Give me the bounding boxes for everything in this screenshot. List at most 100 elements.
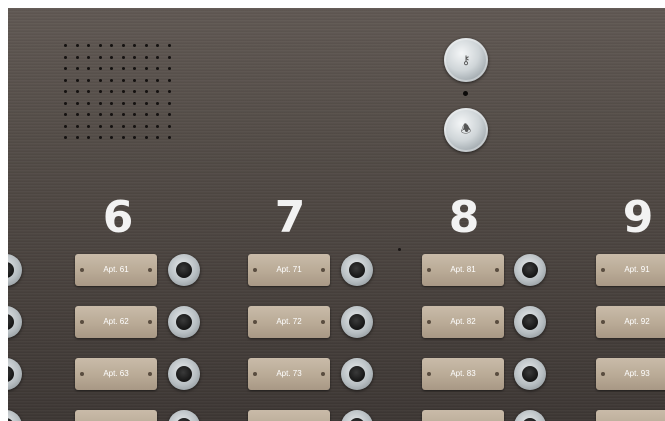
doorbell-button[interactable] xyxy=(341,306,373,338)
speaker-hole xyxy=(110,44,113,47)
doorbell-button[interactable] xyxy=(514,358,546,390)
doorbell-button[interactable] xyxy=(8,306,22,338)
screw-icon xyxy=(148,320,152,324)
name-plate: Apt. 73 xyxy=(248,358,330,390)
speaker-hole xyxy=(133,78,136,82)
apartment-label: Apt. 93 xyxy=(624,369,650,378)
screw-icon xyxy=(321,268,325,272)
panel-fleck xyxy=(398,248,401,251)
doorbell-button-partial[interactable] xyxy=(341,410,373,421)
chime-button[interactable]: 🕭 xyxy=(444,108,488,152)
doorbell-button[interactable] xyxy=(8,254,22,286)
screw-icon xyxy=(253,268,257,272)
key-button[interactable]: ⚷ xyxy=(444,38,488,82)
speaker-hole xyxy=(133,124,136,128)
speaker-hole xyxy=(156,55,159,59)
speaker-hole xyxy=(121,90,125,93)
intercom-panel: ⚷ 🕭 6 7 8 9 Apt. 61 Apt. 62 Apt. 63 Apt. 71… xyxy=(8,8,665,421)
column-number-6: 6 xyxy=(102,192,134,243)
screw-icon xyxy=(495,372,499,376)
speaker-hole xyxy=(75,78,79,82)
speaker-hole xyxy=(121,78,125,82)
doorbell-button[interactable] xyxy=(341,254,373,286)
screw-icon xyxy=(601,320,605,324)
apartment-label: Apt. 81 xyxy=(450,265,476,274)
speaker-hole xyxy=(64,44,67,47)
speaker-hole xyxy=(110,90,113,93)
speaker-hole xyxy=(98,101,102,105)
doorbell-button[interactable] xyxy=(168,306,200,338)
speaker-hole xyxy=(121,113,125,116)
name-plate: Apt. 93 xyxy=(596,358,665,390)
speaker-hole xyxy=(133,101,136,105)
screw-icon xyxy=(601,372,605,376)
speaker-hole xyxy=(75,44,79,47)
speaker-hole xyxy=(121,101,125,105)
name-plate: Apt. 72 xyxy=(248,306,330,338)
screw-icon xyxy=(427,268,431,272)
doorbell-button[interactable] xyxy=(168,358,200,390)
screw-icon xyxy=(427,372,431,376)
screw-icon xyxy=(80,372,84,376)
speaker-hole xyxy=(133,67,136,70)
speaker-hole xyxy=(110,113,113,116)
screw-icon xyxy=(321,320,325,324)
speaker-hole xyxy=(133,55,136,59)
screw-icon xyxy=(253,372,257,376)
speaker-hole xyxy=(121,124,125,128)
name-plate: Apt. 81 xyxy=(422,254,504,286)
speaker-hole xyxy=(121,55,125,59)
screw-icon xyxy=(80,320,84,324)
name-plate-partial xyxy=(248,410,330,421)
doorbell-button-partial[interactable] xyxy=(514,410,546,421)
speaker-hole xyxy=(144,67,148,70)
doorbell-button[interactable] xyxy=(514,254,546,286)
column-number-8: 8 xyxy=(448,192,480,243)
screw-icon xyxy=(601,268,605,272)
column-number-7: 7 xyxy=(274,192,306,243)
speaker-hole xyxy=(64,136,67,139)
speaker-hole xyxy=(64,113,67,116)
speaker-hole xyxy=(167,113,171,116)
speaker-hole xyxy=(167,67,171,70)
speaker-hole xyxy=(156,67,159,70)
speaker-hole xyxy=(144,136,148,139)
name-plate: Apt. 91 xyxy=(596,254,665,286)
apartment-label: Apt. 73 xyxy=(276,369,302,378)
speaker-hole xyxy=(64,90,67,93)
doorbell-button[interactable] xyxy=(168,254,200,286)
speaker-hole xyxy=(156,44,159,47)
speaker-hole xyxy=(64,78,67,82)
status-led xyxy=(463,91,468,96)
apartment-label: Apt. 61 xyxy=(103,265,129,274)
speaker-hole xyxy=(167,55,171,59)
speaker-hole xyxy=(167,78,171,82)
apartment-label: Apt. 72 xyxy=(276,317,302,326)
name-plate-partial xyxy=(422,410,504,421)
apartment-label: Apt. 92 xyxy=(624,317,650,326)
doorbell-button[interactable] xyxy=(514,306,546,338)
screw-icon xyxy=(148,268,152,272)
door-chime-icon: 🕭 xyxy=(460,121,472,136)
speaker-hole xyxy=(87,113,90,116)
speaker-hole xyxy=(87,101,90,105)
speaker-hole xyxy=(133,113,136,116)
speaker-hole xyxy=(98,136,102,139)
apartment-label: Apt. 91 xyxy=(624,265,650,274)
speaker-hole xyxy=(144,90,148,93)
name-plate: Apt. 61 xyxy=(75,254,157,286)
name-plate: Apt. 83 xyxy=(422,358,504,390)
speaker-hole xyxy=(133,136,136,139)
screw-icon xyxy=(253,320,257,324)
doorbell-button-partial[interactable] xyxy=(168,410,200,421)
screw-icon xyxy=(427,320,431,324)
speaker-hole xyxy=(167,124,171,128)
doorbell-button[interactable] xyxy=(8,358,22,390)
column-number-9: 9 xyxy=(622,192,654,243)
apartment-label: Apt. 82 xyxy=(450,317,476,326)
screw-icon xyxy=(495,268,499,272)
doorbell-button-partial[interactable] xyxy=(8,410,22,421)
speaker-hole xyxy=(110,101,113,105)
doorbell-button[interactable] xyxy=(341,358,373,390)
speaker-hole xyxy=(133,90,136,93)
